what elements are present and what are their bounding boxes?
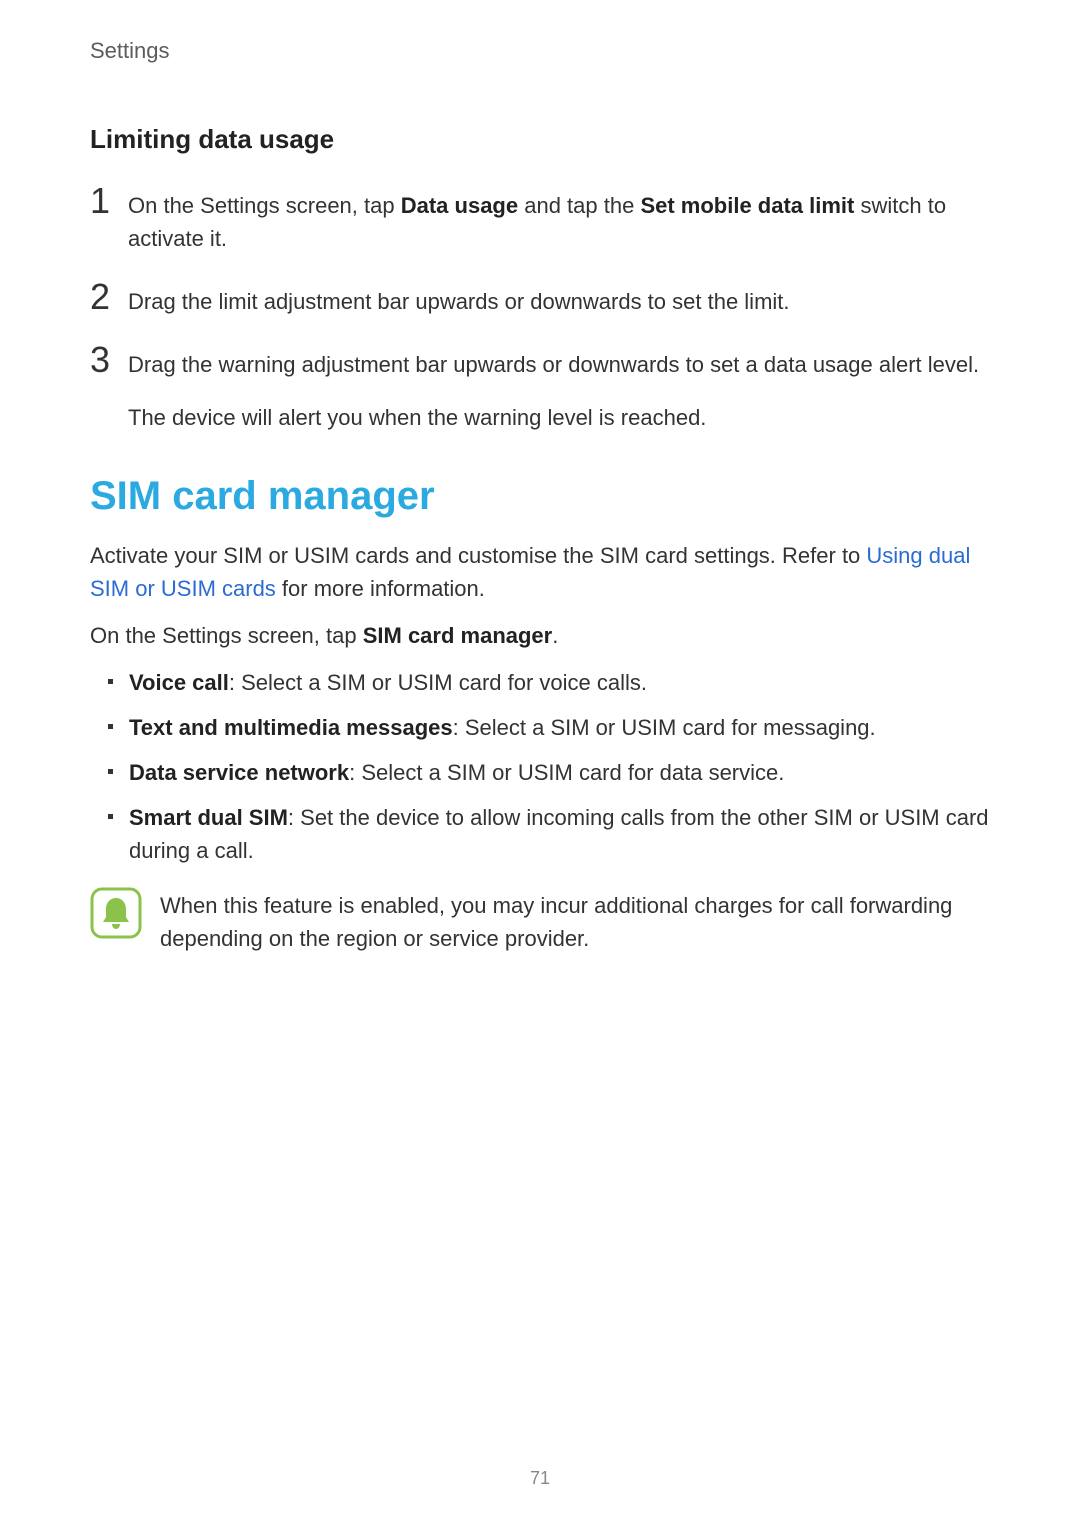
list-item: Text and multimedia messages: Select a S… — [90, 711, 990, 744]
bullet-icon — [108, 814, 113, 819]
step-content: On the Settings screen, tap Data usage a… — [128, 187, 990, 255]
step-number: 2 — [90, 279, 128, 315]
step-text-mid: and tap the — [518, 193, 640, 218]
header-title: Settings — [90, 38, 990, 64]
step-content: Drag the warning adjustment bar upwards … — [128, 346, 990, 434]
step-content: Drag the limit adjustment bar upwards or… — [128, 283, 990, 318]
step-text-line1: Drag the warning adjustment bar upwards … — [128, 352, 979, 377]
bullet-bold: Voice call — [129, 670, 229, 695]
bullet-text: : Select a SIM or USIM card for messagin… — [453, 715, 876, 740]
bullet-content: Voice call: Select a SIM or USIM card fo… — [129, 666, 990, 699]
step-text-pre: On the Settings screen, tap — [128, 193, 401, 218]
step-text-bold: Data usage — [401, 193, 518, 218]
instruction-pre: On the Settings screen, tap — [90, 623, 363, 648]
instruction-post: . — [552, 623, 558, 648]
step-2: 2 Drag the limit adjustment bar upwards … — [90, 283, 990, 318]
bullet-content: Smart dual SIM: Set the device to allow … — [129, 801, 990, 867]
step-number: 1 — [90, 183, 128, 219]
intro-pre: Activate your SIM or USIM cards and cust… — [90, 543, 866, 568]
step-3: 3 Drag the warning adjustment bar upward… — [90, 346, 990, 434]
note-bell-icon — [90, 887, 142, 939]
instruction-bold: SIM card manager — [363, 623, 553, 648]
bullet-content: Text and multimedia messages: Select a S… — [129, 711, 990, 744]
bullet-list: Voice call: Select a SIM or USIM card fo… — [90, 666, 990, 867]
step-text-line2: The device will alert you when the warni… — [128, 401, 990, 434]
page-number: 71 — [0, 1468, 1080, 1489]
bullet-content: Data service network: Select a SIM or US… — [129, 756, 990, 789]
step-text-bold: Set mobile data limit — [640, 193, 854, 218]
numbered-list: 1 On the Settings screen, tap Data usage… — [90, 187, 990, 434]
bullet-bold: Text and multimedia messages — [129, 715, 453, 740]
bullet-bold: Data service network — [129, 760, 349, 785]
bullet-text: : Select a SIM or USIM card for voice ca… — [229, 670, 647, 695]
note-text: When this feature is enabled, you may in… — [160, 887, 990, 955]
bullet-icon — [108, 769, 113, 774]
list-item: Smart dual SIM: Set the device to allow … — [90, 801, 990, 867]
list-item: Data service network: Select a SIM or US… — [90, 756, 990, 789]
bullet-text: : Select a SIM or USIM card for data ser… — [349, 760, 784, 785]
section-intro: Activate your SIM or USIM cards and cust… — [90, 539, 990, 605]
list-item: Voice call: Select a SIM or USIM card fo… — [90, 666, 990, 699]
note-block: When this feature is enabled, you may in… — [90, 887, 990, 955]
section-title: SIM card manager — [90, 474, 990, 519]
bullet-icon — [108, 724, 113, 729]
step-number: 3 — [90, 342, 128, 378]
section-instruction: On the Settings screen, tap SIM card man… — [90, 619, 990, 652]
intro-post: for more information. — [276, 576, 485, 601]
subsection-title: Limiting data usage — [90, 124, 990, 155]
bullet-icon — [108, 679, 113, 684]
step-1: 1 On the Settings screen, tap Data usage… — [90, 187, 990, 255]
bullet-bold: Smart dual SIM — [129, 805, 288, 830]
